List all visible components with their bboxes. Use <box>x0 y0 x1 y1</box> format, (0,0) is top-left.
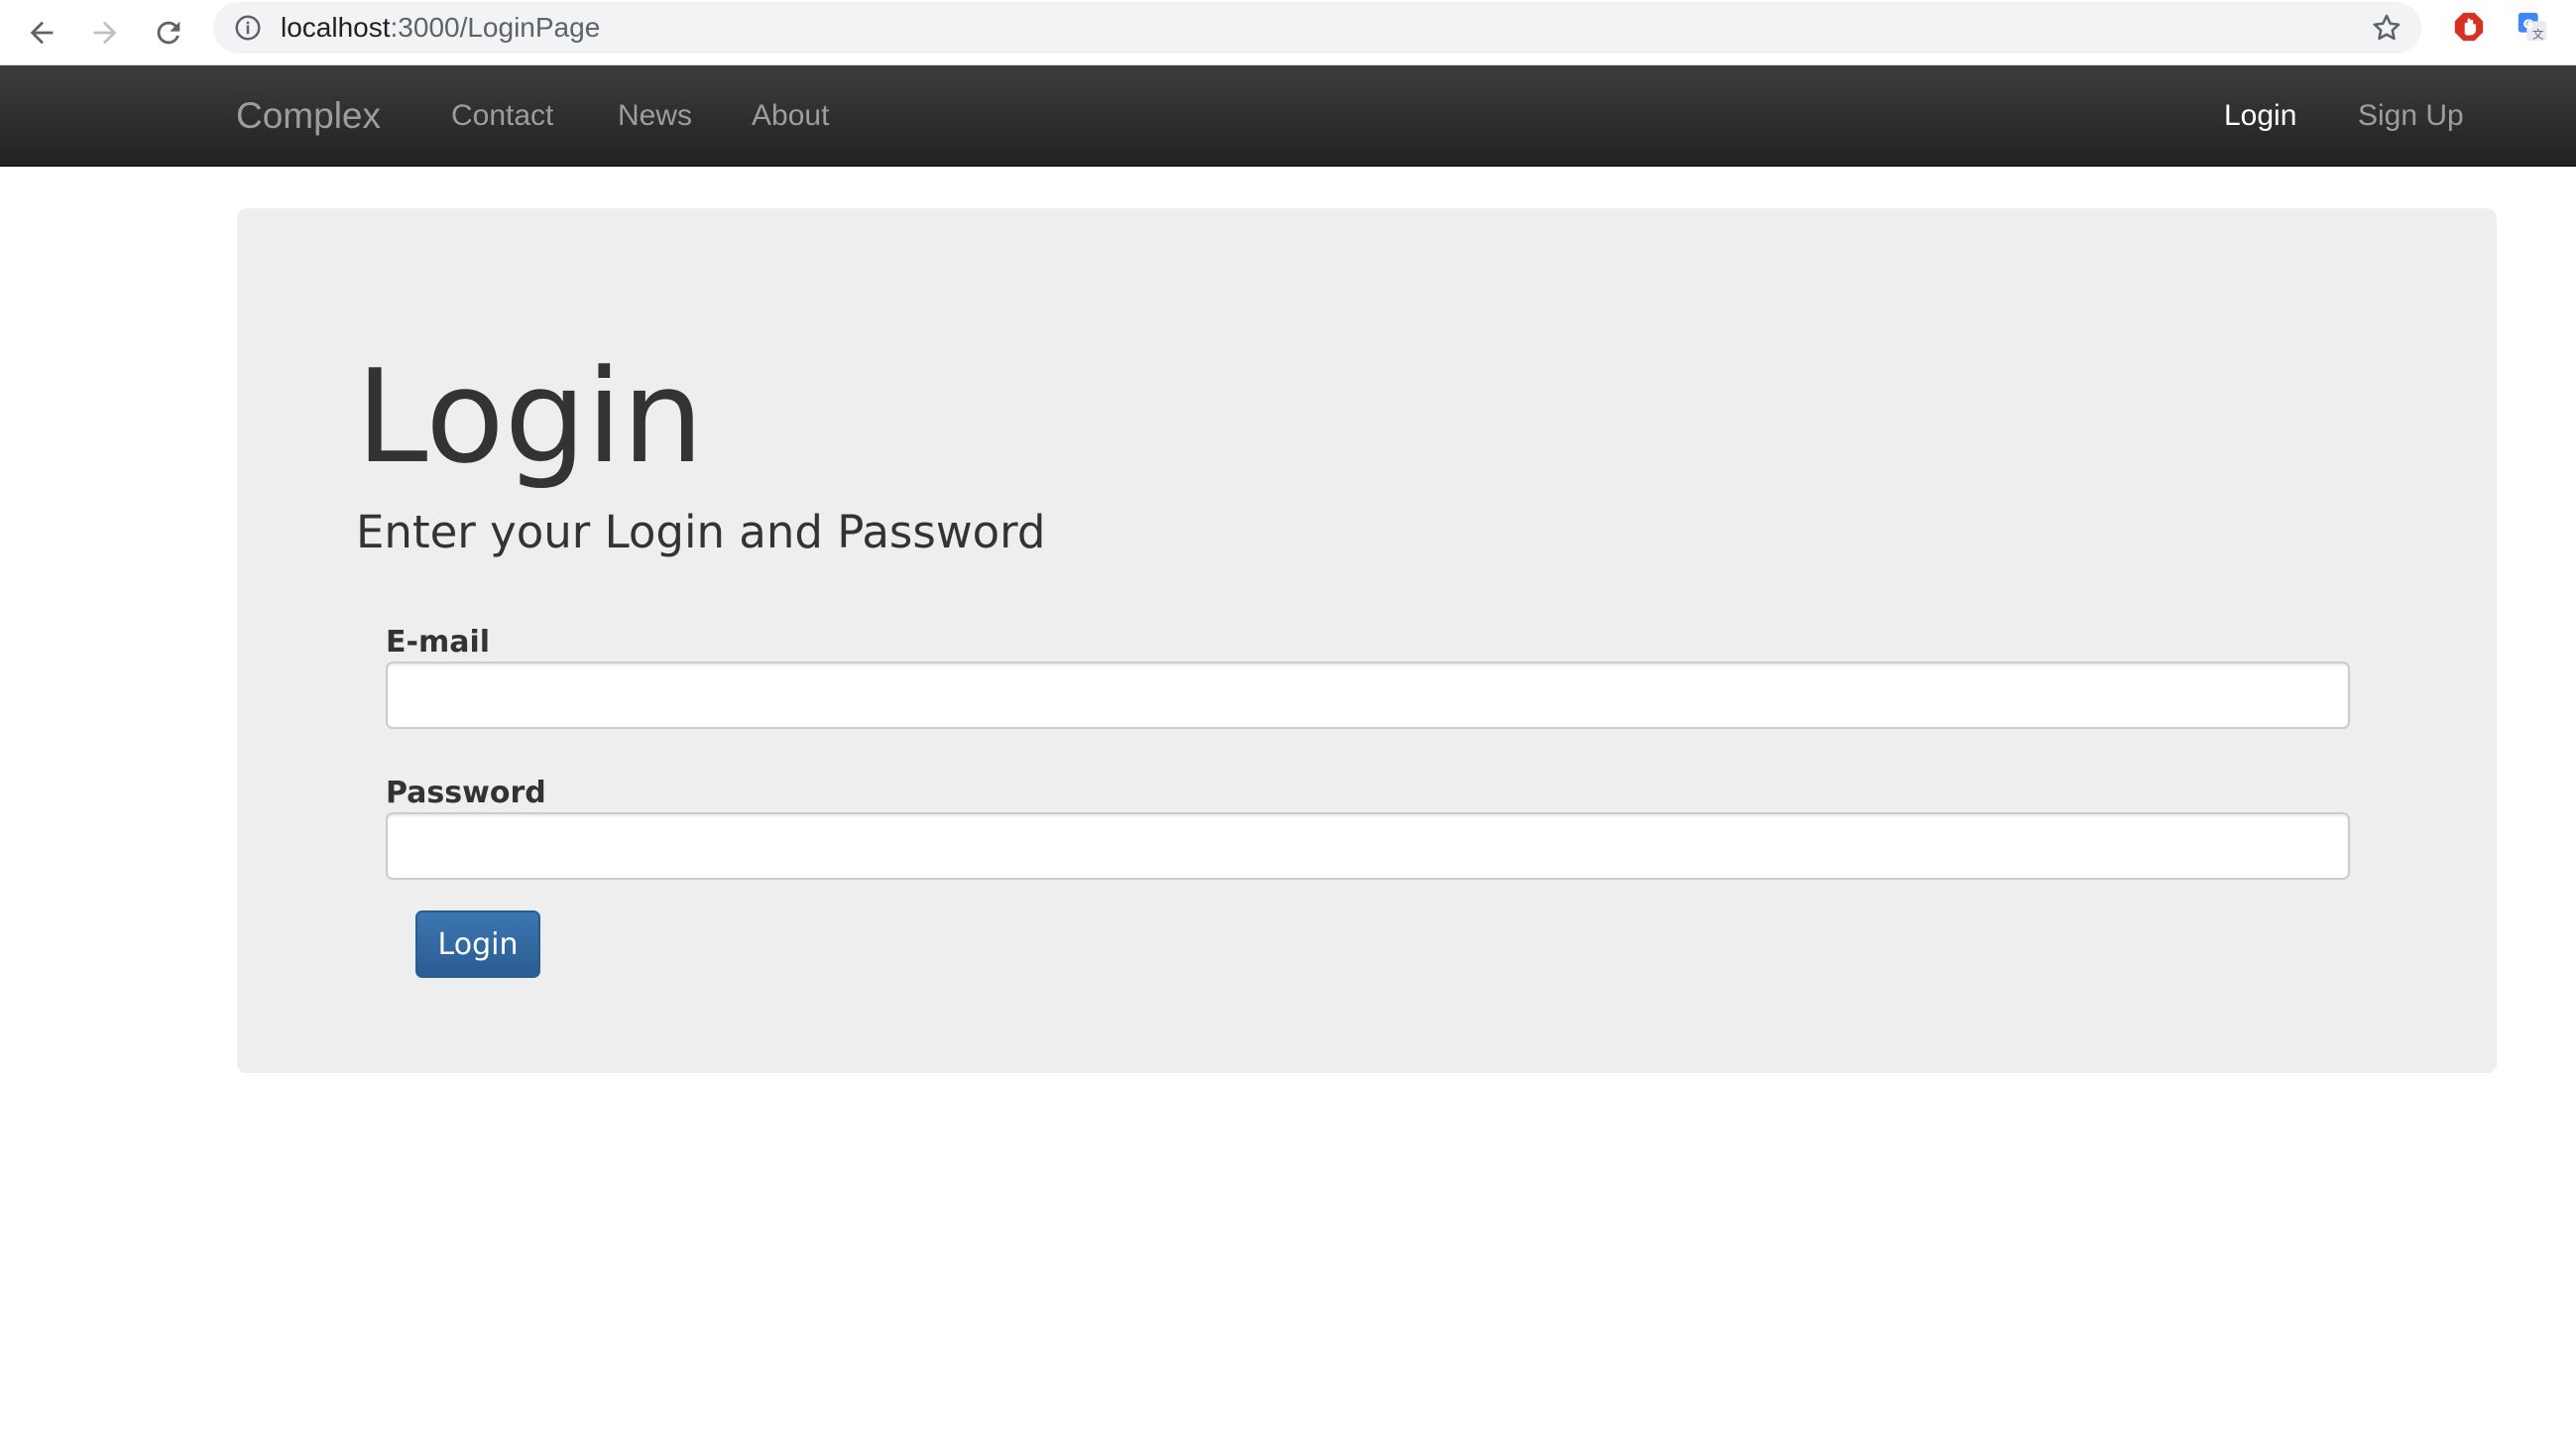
email-label: E-mail <box>386 625 491 660</box>
nav-link-news[interactable]: News <box>618 65 692 167</box>
navbar-brand[interactable]: Complex <box>236 65 381 167</box>
info-icon[interactable] <box>233 13 263 43</box>
nav-link-about[interactable]: About <box>752 65 829 167</box>
email-field[interactable] <box>386 662 2350 729</box>
forward-icon[interactable] <box>80 8 130 58</box>
url-text[interactable]: localhost:3000/LoginPage <box>281 2 600 54</box>
adblock-extension-icon[interactable] <box>2452 10 2486 44</box>
star-icon[interactable] <box>2370 11 2403 45</box>
nav-link-sign-up[interactable]: Sign Up <box>2358 65 2464 167</box>
navbar: Complex Contact News About Login Sign Up <box>0 65 2576 167</box>
nav-link-login[interactable]: Login <box>2224 65 2296 167</box>
login-button[interactable]: Login <box>415 910 540 978</box>
reload-icon[interactable] <box>144 8 193 58</box>
nav-link-contact[interactable]: Contact <box>451 65 553 167</box>
url-path: :3000/LoginPage <box>390 12 601 43</box>
page-title: Login <box>356 341 704 492</box>
password-field[interactable] <box>386 812 2350 880</box>
browser-toolbar: localhost:3000/LoginPage G 文 <box>0 0 2576 65</box>
translate-extension-icon[interactable]: G 文 <box>2516 10 2549 44</box>
url-host: localhost <box>281 12 391 43</box>
svg-text:文: 文 <box>2532 27 2543 41</box>
password-label: Password <box>386 776 546 810</box>
login-jumbotron: Login Enter your Login and Password E-ma… <box>237 208 2497 1073</box>
page-subtitle: Enter your Login and Password <box>356 506 1046 558</box>
address-bar[interactable]: localhost:3000/LoginPage <box>213 2 2421 54</box>
back-icon[interactable] <box>17 8 66 58</box>
